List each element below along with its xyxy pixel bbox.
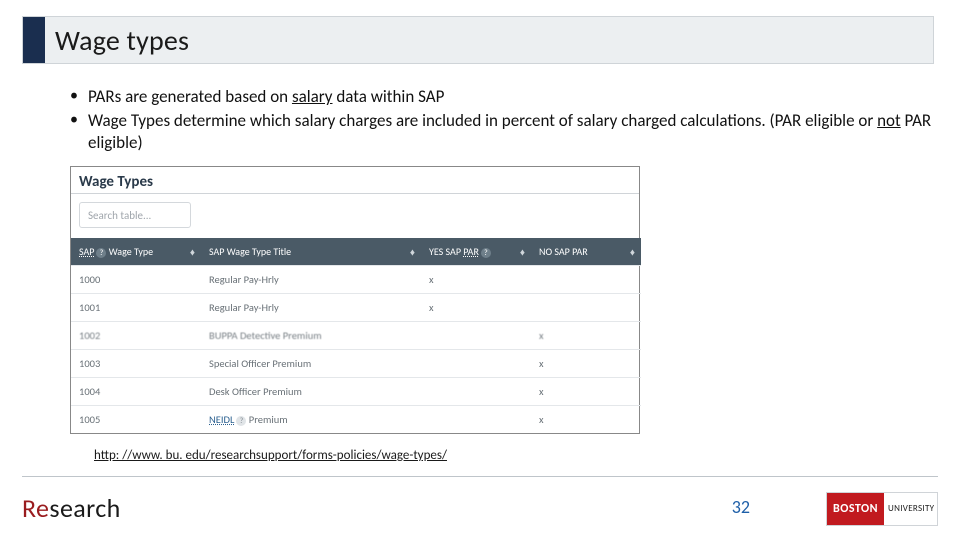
page-number: 32 [732,496,750,518]
cell-yes [421,350,531,378]
column-header-yes-par[interactable]: YES SAP PAR? ♦ [421,238,531,266]
footer-research-logo: Research [22,492,121,524]
table-header-row: SAP? Wage Type ♦ SAP Wage Type Title ♦ Y… [71,238,641,266]
info-icon: ? [236,416,246,426]
cell-code: 1003 [71,350,201,378]
cell-no [531,266,641,294]
footer-rule [22,476,938,477]
bullet-list: PARs are generated based on salary data … [66,86,936,156]
table-row: 1001Regular Pay-Hrlyx [71,294,641,322]
bullet-item: Wage Types determine which salary charge… [66,110,936,154]
bu-logo: BOSTON UNIVERSITY [826,492,938,526]
cell-no: x [531,378,641,406]
table-row: 1005NEIDL? Premium x [71,406,641,434]
info-icon: ? [481,248,491,258]
table-row: 1000Regular Pay-Hrlyx [71,266,641,294]
title-accent [23,17,45,63]
cell-yes [421,322,531,350]
table-title: Wage Types [71,167,639,193]
search-input[interactable]: Search table... [79,202,191,228]
page-title: Wage types [55,23,189,58]
cell-title: Desk Officer Premium [201,378,421,406]
sort-icon[interactable]: ♦ [520,245,525,258]
bu-logo-red: BOSTON [827,493,884,525]
table-row: 1002BUPPA Detective Premium x [71,322,641,350]
cell-yes [421,378,531,406]
cell-no [531,294,641,322]
cell-code: 1002 [71,322,201,350]
cell-yes: x [421,266,531,294]
cell-title: NEIDL? Premium [201,406,421,434]
cell-code: 1000 [71,266,201,294]
cell-code: 1001 [71,294,201,322]
column-header-no-par[interactable]: NO SAP PAR ♦ [531,238,641,266]
info-icon: ? [96,248,106,258]
source-link[interactable]: http: //www. bu. edu/researchsupport/for… [94,448,447,463]
cell-title: Regular Pay-Hrly [201,266,421,294]
bu-logo-white: UNIVERSITY [884,493,937,525]
title-bar: Wage types [22,16,934,64]
cell-link[interactable]: NEIDL [209,413,234,426]
cell-title: Special Officer Premium [201,350,421,378]
table-row: 1004Desk Officer Premium x [71,378,641,406]
cell-code: 1004 [71,378,201,406]
slide: Wage types PARs are generated based on s… [0,0,960,540]
cell-yes: x [421,294,531,322]
column-header-sap-wage-type[interactable]: SAP? Wage Type ♦ [71,238,201,266]
sort-icon[interactable]: ♦ [190,245,195,258]
underlined-term: salary [292,86,333,107]
sort-icon[interactable]: ♦ [410,245,415,258]
cell-no: x [531,350,641,378]
wage-types-table-block: Wage Types Search table... SAP? Wage Typ… [70,166,640,434]
underlined-term: not [877,110,901,131]
cell-yes [421,406,531,434]
sort-icon[interactable]: ♦ [630,245,635,258]
bullet-item: PARs are generated based on salary data … [66,86,936,108]
cell-no: x [531,322,641,350]
wage-types-table: SAP? Wage Type ♦ SAP Wage Type Title ♦ Y… [71,238,641,433]
cell-title: Regular Pay-Hrly [201,294,421,322]
column-header-title[interactable]: SAP Wage Type Title ♦ [201,238,421,266]
cell-code: 1005 [71,406,201,434]
cell-no: x [531,406,641,434]
table-row: 1003Special Officer Premium x [71,350,641,378]
divider [71,193,639,194]
cell-title: BUPPA Detective Premium [201,322,421,350]
